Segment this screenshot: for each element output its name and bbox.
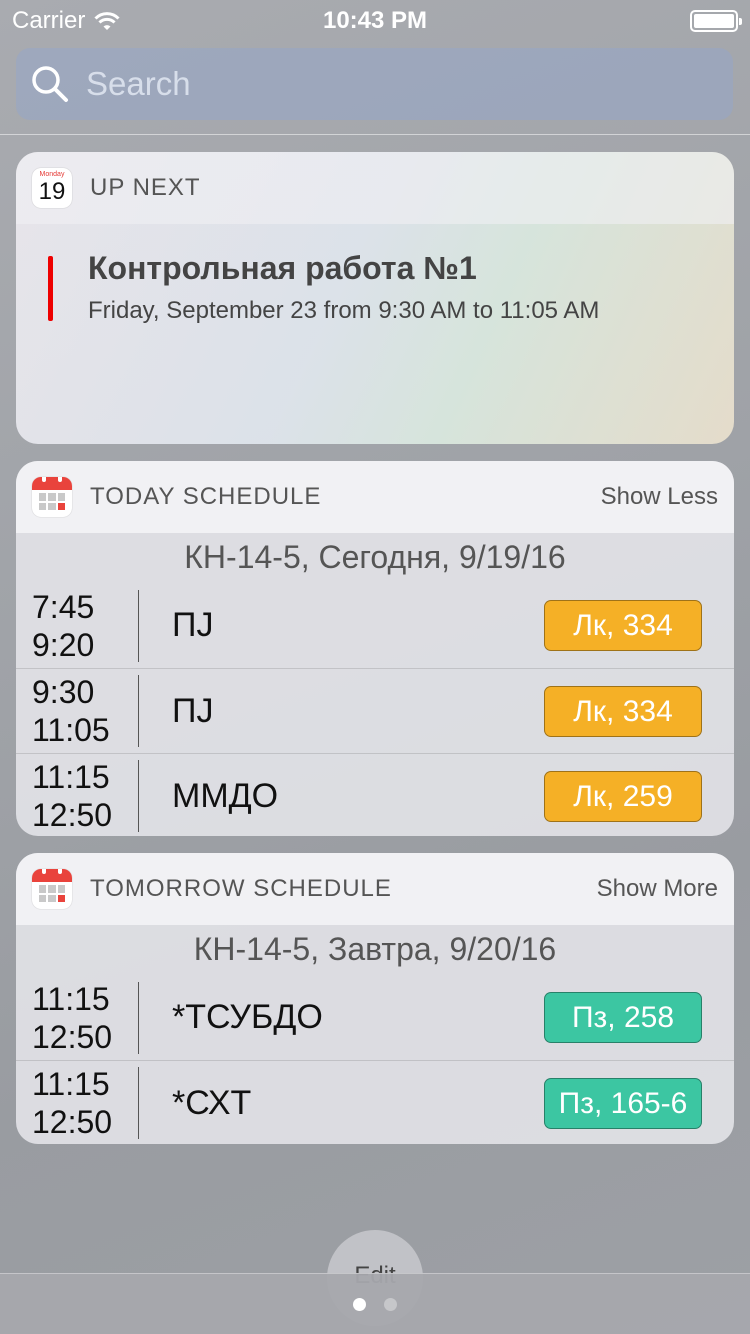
schedule-app-icon bbox=[32, 477, 72, 517]
page-dot-active[interactable] bbox=[353, 1298, 366, 1311]
schedule-row[interactable]: 11:15 12:50 *СХТ Пз, 165-6 bbox=[16, 1060, 734, 1144]
event-color-bar bbox=[48, 256, 53, 321]
time-range: 7:45 9:20 bbox=[16, 588, 138, 664]
event-title[interactable]: Контрольная работа №1 bbox=[88, 250, 477, 287]
tomorrow-schedule-widget: TOMORROW SCHEDULE Show More КН-14-5, Зав… bbox=[16, 853, 734, 1144]
room-badge: Пз, 165-6 bbox=[544, 1078, 702, 1129]
battery-icon bbox=[690, 10, 742, 32]
schedule-row[interactable]: 11:15 12:50 ММДО Лк, 259 bbox=[16, 753, 734, 836]
start-time: 9:30 bbox=[32, 674, 95, 710]
end-time: 12:50 bbox=[32, 1018, 113, 1055]
today-schedule-widget: TODAY SCHEDULE Show Less КН-14-5, Сегодн… bbox=[16, 461, 734, 836]
row-divider bbox=[138, 760, 139, 832]
schedule-row[interactable]: 9:30 11:05 ПЈ Лк, 334 bbox=[16, 668, 734, 753]
row-divider bbox=[138, 589, 139, 662]
room-badge: Пз, 258 bbox=[544, 992, 702, 1043]
end-time: 11:05 bbox=[32, 712, 110, 748]
widget-title: UP NEXT bbox=[90, 174, 201, 201]
schedule-date: КН-14-5, Сегодня, 9/19/16 bbox=[184, 539, 566, 575]
room-badge: Лк, 334 bbox=[544, 600, 702, 651]
start-time: 7:45 bbox=[32, 588, 95, 625]
show-more-button[interactable]: Show More bbox=[597, 875, 718, 903]
time-range: 11:15 12:50 bbox=[16, 758, 138, 834]
tomorrow-header: TOMORROW SCHEDULE Show More bbox=[16, 853, 734, 925]
widget-title: TODAY SCHEDULE bbox=[90, 483, 322, 510]
start-time: 11:15 bbox=[32, 980, 110, 1017]
search-icon bbox=[32, 66, 68, 102]
time-range: 9:30 11:05 bbox=[16, 673, 138, 749]
widget-title: TOMORROW SCHEDULE bbox=[90, 875, 392, 902]
divider bbox=[0, 134, 750, 135]
status-bar: Carrier 10:43 PM bbox=[0, 0, 750, 40]
end-time: 12:50 bbox=[32, 1104, 113, 1140]
schedule-row[interactable]: 7:45 9:20 ПЈ Лк, 334 bbox=[16, 583, 734, 668]
end-time: 9:20 bbox=[32, 626, 95, 663]
event-time: Friday, September 23 from 9:30 AM to 11:… bbox=[88, 297, 600, 324]
clock: 10:43 PM bbox=[322, 7, 428, 34]
today-header: TODAY SCHEDULE Show Less bbox=[16, 461, 734, 533]
up-next-header: Monday 19 UP NEXT bbox=[16, 152, 734, 224]
schedule-app-icon bbox=[32, 869, 72, 909]
calendar-app-icon: Monday 19 bbox=[32, 168, 72, 208]
show-less-button[interactable]: Show Less bbox=[601, 483, 718, 511]
time-range: 11:15 12:50 bbox=[16, 1065, 138, 1141]
room-badge: Лк, 259 bbox=[544, 771, 702, 822]
row-divider bbox=[138, 1067, 139, 1139]
time-range: 11:15 12:50 bbox=[16, 980, 138, 1056]
bottom-bar bbox=[0, 1273, 750, 1334]
schedule-date: КН-14-5, Завтра, 9/20/16 bbox=[193, 931, 557, 967]
end-time: 12:50 bbox=[32, 797, 113, 833]
page-dot[interactable] bbox=[384, 1298, 397, 1311]
row-divider bbox=[138, 675, 139, 747]
page-indicator[interactable] bbox=[0, 1298, 750, 1311]
schedule-row[interactable]: 11:15 12:50 *ТСУБДО Пз, 258 bbox=[16, 975, 734, 1060]
start-time: 11:15 bbox=[32, 1066, 110, 1102]
row-divider bbox=[138, 981, 139, 1054]
room-badge: Лк, 334 bbox=[544, 686, 702, 737]
search-input[interactable] bbox=[86, 65, 686, 103]
search-bar[interactable] bbox=[16, 48, 733, 120]
up-next-widget[interactable]: Monday 19 UP NEXT Контрольная работа №1 … bbox=[16, 152, 734, 444]
start-time: 11:15 bbox=[32, 759, 110, 795]
